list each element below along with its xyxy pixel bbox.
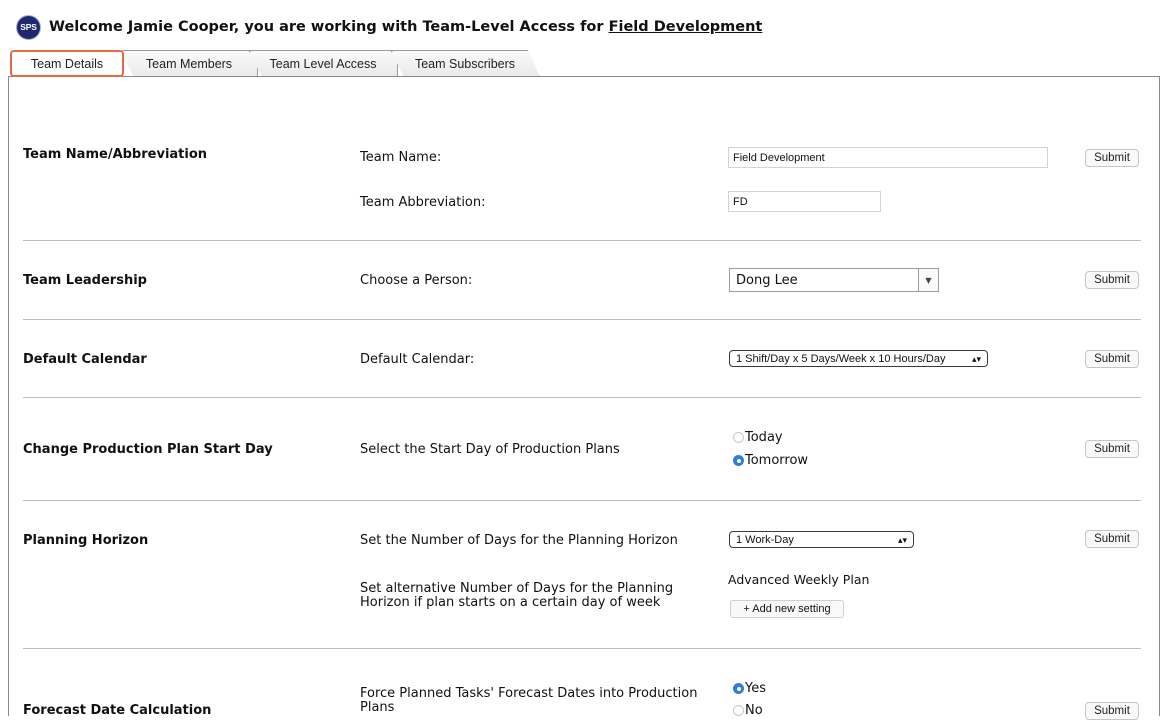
- section-divider: [23, 500, 1141, 501]
- chevron-down-icon[interactable]: ▼: [918, 269, 938, 291]
- sps-logo: SPS: [16, 14, 41, 40]
- radio-tomorrow[interactable]: [733, 455, 744, 466]
- team-link[interactable]: Field Development: [609, 19, 763, 35]
- radio-today-label: Today: [745, 430, 783, 445]
- tab-bar: Team Members Team Level Access Team Subs…: [10, 50, 550, 77]
- calendar-submit-button[interactable]: Submit: [1085, 350, 1139, 368]
- planning-horizon-select-value: 1 Work-Day: [736, 533, 794, 546]
- calendar-select[interactable]: 1 Shift/Day x 5 Days/Week x 10 Hours/Day…: [729, 350, 988, 367]
- radio-yes[interactable]: [733, 683, 744, 694]
- select-arrows-icon: ▴▾: [897, 535, 907, 545]
- page-header: SPS Welcome Jamie Cooper, you are workin…: [16, 14, 762, 40]
- welcome-text: Welcome Jamie Cooper, you are working wi…: [49, 19, 609, 35]
- tab-team-level-access[interactable]: Team Level Access: [248, 50, 398, 77]
- planning-horizon-select[interactable]: 1 Work-Day ▴▾: [729, 531, 914, 548]
- section-title-team-leadership: Team Leadership: [23, 273, 147, 288]
- section-title-planning-horizon: Planning Horizon: [23, 533, 149, 548]
- choose-person-label: Choose a Person:: [360, 273, 473, 288]
- radio-tomorrow-label: Tomorrow: [745, 453, 809, 468]
- tab-team-members[interactable]: Team Members: [120, 50, 258, 77]
- welcome-message: Welcome Jamie Cooper, you are working wi…: [49, 19, 762, 35]
- section-divider: [23, 240, 1141, 241]
- section-divider: [23, 397, 1141, 398]
- section-title-default-calendar: Default Calendar: [23, 352, 147, 367]
- forecast-label-line1: Force Planned Tasks' Forecast Dates into…: [360, 686, 698, 701]
- team-name-input[interactable]: Field Development: [728, 147, 1048, 168]
- person-combobox[interactable]: Dong Lee ▼: [729, 268, 939, 292]
- add-new-setting-button[interactable]: + Add new setting: [730, 600, 844, 618]
- section-title-team-name: Team Name/Abbreviation: [23, 147, 208, 162]
- person-combobox-value: Dong Lee: [736, 272, 798, 288]
- planning-horizon-submit-button[interactable]: Submit: [1085, 530, 1139, 548]
- planning-horizon-label: Set the Number of Days for the Planning …: [360, 533, 678, 548]
- team-abbreviation-input[interactable]: FD: [728, 191, 881, 212]
- start-day-submit-button[interactable]: Submit: [1085, 440, 1139, 458]
- select-arrows-icon: ▴▾: [971, 354, 981, 364]
- section-title-start-day: Change Production Plan Start Day: [23, 442, 273, 457]
- radio-option-yes[interactable]: Yes: [733, 681, 766, 696]
- advanced-weekly-plan-label: Advanced Weekly Plan: [728, 572, 870, 587]
- forecast-submit-button[interactable]: Submit: [1085, 702, 1139, 720]
- radio-today[interactable]: [733, 432, 744, 443]
- forecast-label-line2: Plans: [360, 700, 395, 715]
- tab-team-subscribers[interactable]: Team Subscribers: [390, 50, 540, 77]
- team-details-panel: [8, 76, 1160, 716]
- default-calendar-label: Default Calendar:: [360, 352, 475, 367]
- radio-option-tomorrow[interactable]: Tomorrow: [733, 453, 808, 468]
- section-divider: [23, 648, 1141, 649]
- team-name-label: Team Name:: [360, 150, 442, 165]
- alt-horizon-label-line2: Horizon if plan starts on a certain day …: [360, 595, 661, 610]
- calendar-select-value: 1 Shift/Day x 5 Days/Week x 10 Hours/Day: [736, 352, 946, 365]
- team-name-submit-button[interactable]: Submit: [1085, 149, 1139, 167]
- section-divider: [23, 319, 1141, 320]
- radio-yes-label: Yes: [745, 681, 766, 696]
- radio-option-today[interactable]: Today: [733, 430, 783, 445]
- team-abbreviation-label: Team Abbreviation:: [360, 195, 486, 210]
- start-day-label: Select the Start Day of Production Plans: [360, 442, 620, 457]
- tab-team-details[interactable]: Team Details: [10, 50, 124, 77]
- leadership-submit-button[interactable]: Submit: [1085, 271, 1139, 289]
